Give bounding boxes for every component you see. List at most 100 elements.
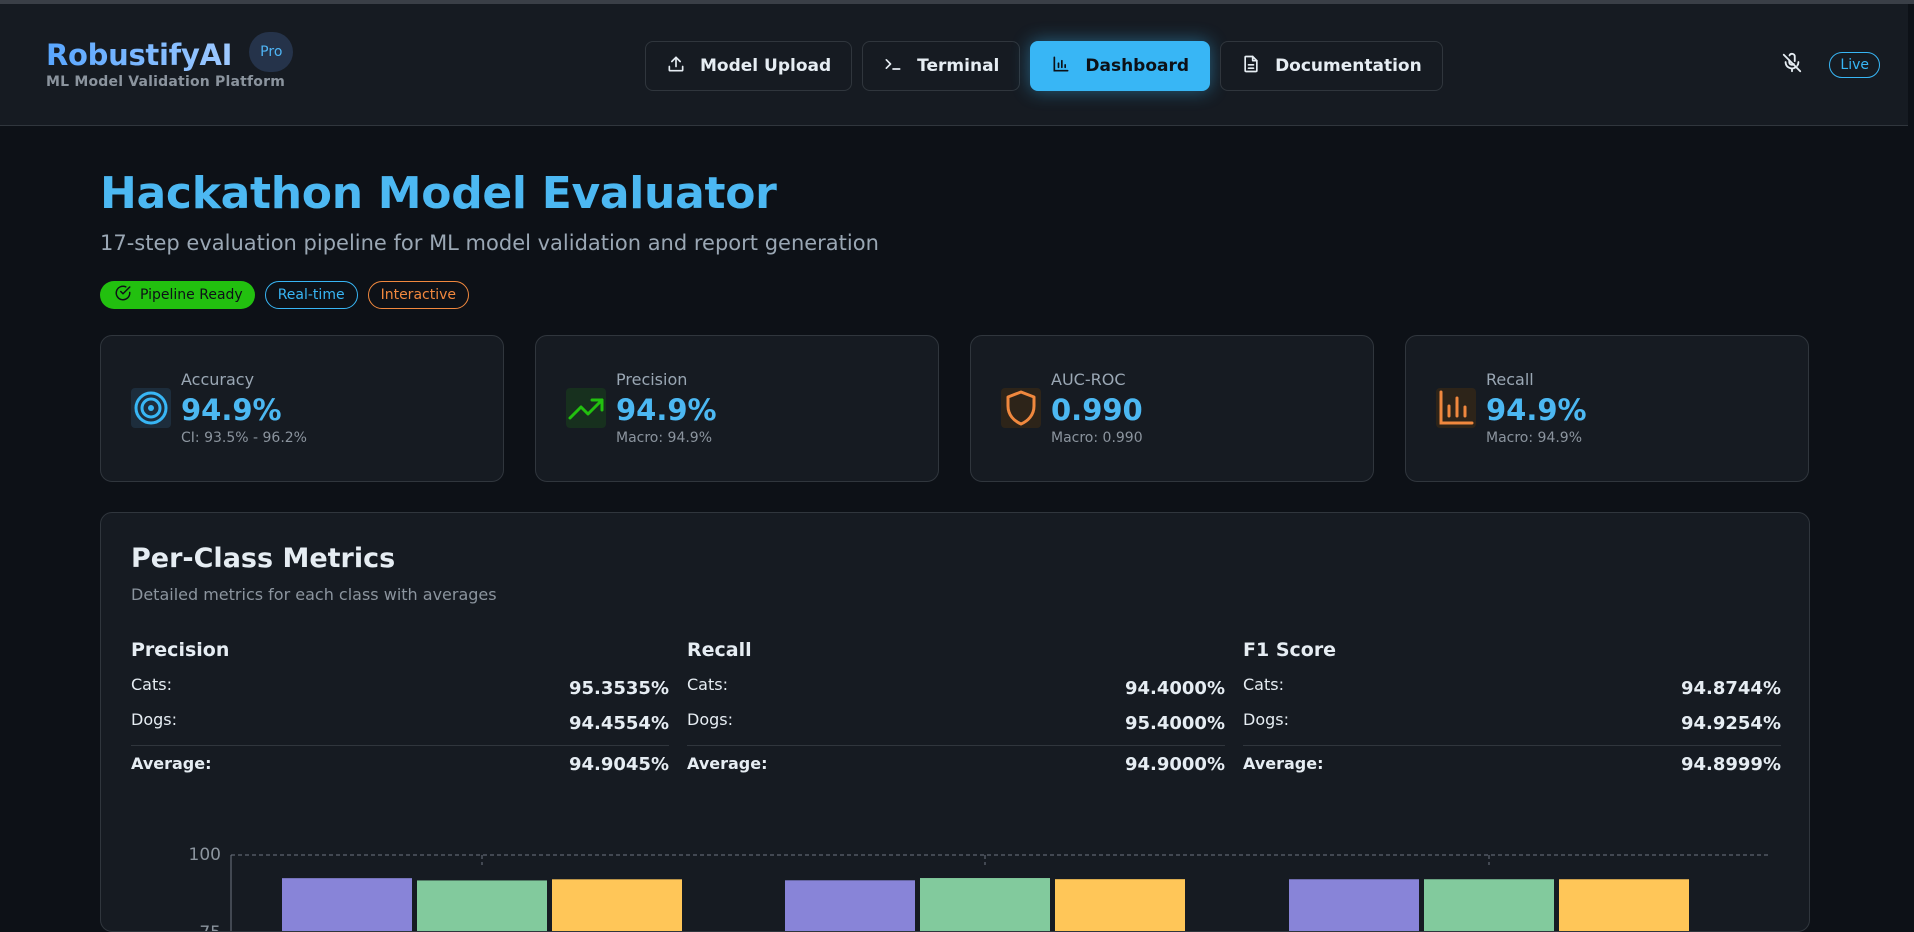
status-badges: Pipeline Ready Real-time Interactive xyxy=(100,281,1810,309)
summary-cards: Accuracy 94.9% CI: 93.5% - 96.2% Precisi… xyxy=(100,335,1810,482)
page-title: Hackathon Model Evaluator xyxy=(100,168,777,219)
row-label: Dogs: xyxy=(687,710,733,729)
panel-title: Per-Class Metrics xyxy=(131,543,396,574)
row-label: Average: xyxy=(687,754,768,773)
live-badge: Live xyxy=(1829,52,1880,78)
brand-name: RobustifyAI xyxy=(46,38,233,72)
card-note: Macro: 94.9% xyxy=(616,430,713,446)
chart-bar[interactable] xyxy=(1559,879,1689,932)
average-row: Average: 94.9000% xyxy=(687,745,1225,781)
target-icon xyxy=(131,388,171,428)
chart-bar[interactable] xyxy=(1424,879,1554,932)
row-label: Average: xyxy=(131,754,212,773)
chart-bar[interactable] xyxy=(1055,879,1185,932)
nav-model-upload-button[interactable]: Model Upload xyxy=(645,41,853,91)
nav-label: Model Upload xyxy=(700,56,832,76)
metric-row: Dogs: 95.4000% xyxy=(687,710,1225,745)
brand[interactable]: RobustifyAI Pro ML Model Validation Plat… xyxy=(46,32,294,90)
page-subtitle: 17-step evaluation pipeline for ML model… xyxy=(100,231,879,255)
chart-bar[interactable] xyxy=(417,880,547,932)
metric-row: Dogs: 94.9254% xyxy=(1243,710,1781,745)
f1-score-metrics: F1 Score Cats: 94.8744% Dogs: 94.9254% Ave… xyxy=(1243,639,1781,781)
mic-off-icon[interactable] xyxy=(1781,52,1803,78)
row-value: 94.4554% xyxy=(568,713,669,734)
realtime-badge: Real-time xyxy=(264,281,358,309)
recall-card: Recall 94.9% Macro: 94.9% xyxy=(1405,335,1809,482)
accuracy-card: Accuracy 94.9% CI: 93.5% - 96.2% xyxy=(100,335,504,482)
row-label: Cats: xyxy=(687,675,728,694)
row-value: 95.3535% xyxy=(568,678,669,699)
bar-chart-icon xyxy=(1436,388,1476,428)
metric-row: Dogs: 94.4554% xyxy=(131,710,669,745)
chart-bar[interactable] xyxy=(552,879,682,932)
chart-bar[interactable] xyxy=(282,878,412,932)
row-label: Average: xyxy=(1243,754,1324,773)
row-value: 95.4000% xyxy=(1124,713,1225,734)
recall-metrics: Recall Cats: 94.4000% Dogs: 95.4000% Avera… xyxy=(687,639,1225,781)
nav-label: Dashboard xyxy=(1085,56,1190,76)
terminal-icon xyxy=(883,54,903,79)
row-value: 94.9000% xyxy=(1124,754,1225,775)
row-value: 94.8999% xyxy=(1680,754,1781,775)
pipeline-ready-badge: Pipeline Ready xyxy=(100,281,255,309)
interactive-badge: Interactive xyxy=(367,281,469,309)
row-value: 94.4000% xyxy=(1124,678,1225,699)
y-tick-label: 100 xyxy=(189,845,221,865)
average-row: Average: 94.8999% xyxy=(1243,745,1781,781)
card-text: Precision 94.9% Macro: 94.9% xyxy=(616,370,717,446)
card-label: Recall xyxy=(1486,370,1534,389)
card-note: Macro: 0.990 xyxy=(1051,430,1143,446)
metric-row: Cats: 94.4000% xyxy=(687,675,1225,710)
y-tick-label: 75 xyxy=(199,923,221,932)
metric-heading: F1 Score xyxy=(1243,639,1337,661)
pro-badge: Pro xyxy=(249,32,294,72)
card-value: 94.9% xyxy=(1486,393,1587,427)
card-value: 94.9% xyxy=(181,393,282,427)
row-label: Dogs: xyxy=(131,710,177,729)
trending-up-icon xyxy=(566,388,606,428)
card-note: Macro: 94.9% xyxy=(1486,430,1583,446)
row-label: Dogs: xyxy=(1243,710,1289,729)
app-header: RobustifyAI Pro ML Model Validation Plat… xyxy=(0,4,1908,126)
metric-row: Cats: 95.3535% xyxy=(131,675,669,710)
row-value: 94.8744% xyxy=(1680,678,1781,699)
nav-label: Terminal xyxy=(917,56,1000,76)
card-text: Recall 94.9% Macro: 94.9% xyxy=(1486,370,1587,446)
per-class-metrics-panel: Per-Class Metrics Detailed metrics for e… xyxy=(100,512,1810,932)
check-circle-icon xyxy=(114,284,132,306)
per-class-bar-chart: 100 75 xyxy=(189,845,1771,932)
metric-heading: Recall xyxy=(687,639,752,661)
row-label: Cats: xyxy=(1243,675,1284,694)
card-note: CI: 93.5% - 96.2% xyxy=(181,430,307,446)
main-nav: Model Upload Terminal Dashboard Document… xyxy=(645,41,1443,91)
card-label: Precision xyxy=(616,370,688,389)
panel-subtitle: Detailed metrics for each class with ave… xyxy=(131,585,497,604)
card-text: Accuracy 94.9% CI: 93.5% - 96.2% xyxy=(181,370,307,446)
precision-card: Precision 94.9% Macro: 94.9% xyxy=(535,335,939,482)
document-icon xyxy=(1241,54,1261,79)
chart-bar[interactable] xyxy=(1289,879,1419,932)
metric-heading: Precision xyxy=(131,639,230,661)
shield-icon xyxy=(1001,388,1041,428)
badge-label: Pipeline Ready xyxy=(140,287,243,303)
brand-subtitle: ML Model Validation Platform xyxy=(46,74,285,90)
header-actions: Live xyxy=(1781,52,1880,78)
card-label: AUC-ROC xyxy=(1051,370,1126,389)
upload-icon xyxy=(666,54,686,79)
chart-bar[interactable] xyxy=(920,878,1050,932)
card-text: AUC-ROC 0.990 Macro: 0.990 xyxy=(1051,370,1143,446)
nav-documentation-button[interactable]: Documentation xyxy=(1220,41,1443,91)
card-value: 94.9% xyxy=(616,393,717,427)
row-label: Cats: xyxy=(131,675,172,694)
precision-metrics: Precision Cats: 95.3535% Dogs: 94.4554% Av… xyxy=(131,639,669,781)
card-label: Accuracy xyxy=(181,370,255,389)
metric-row: Cats: 94.8744% xyxy=(1243,675,1781,710)
nav-terminal-button[interactable]: Terminal xyxy=(862,41,1021,91)
chart-bar[interactable] xyxy=(785,880,915,932)
auc-roc-card: AUC-ROC 0.990 Macro: 0.990 xyxy=(970,335,1374,482)
row-value: 94.9254% xyxy=(1680,713,1781,734)
row-value: 94.9045% xyxy=(568,754,669,775)
bar-chart-icon xyxy=(1051,54,1071,79)
nav-dashboard-button[interactable]: Dashboard xyxy=(1030,41,1211,91)
nav-label: Documentation xyxy=(1275,56,1422,76)
